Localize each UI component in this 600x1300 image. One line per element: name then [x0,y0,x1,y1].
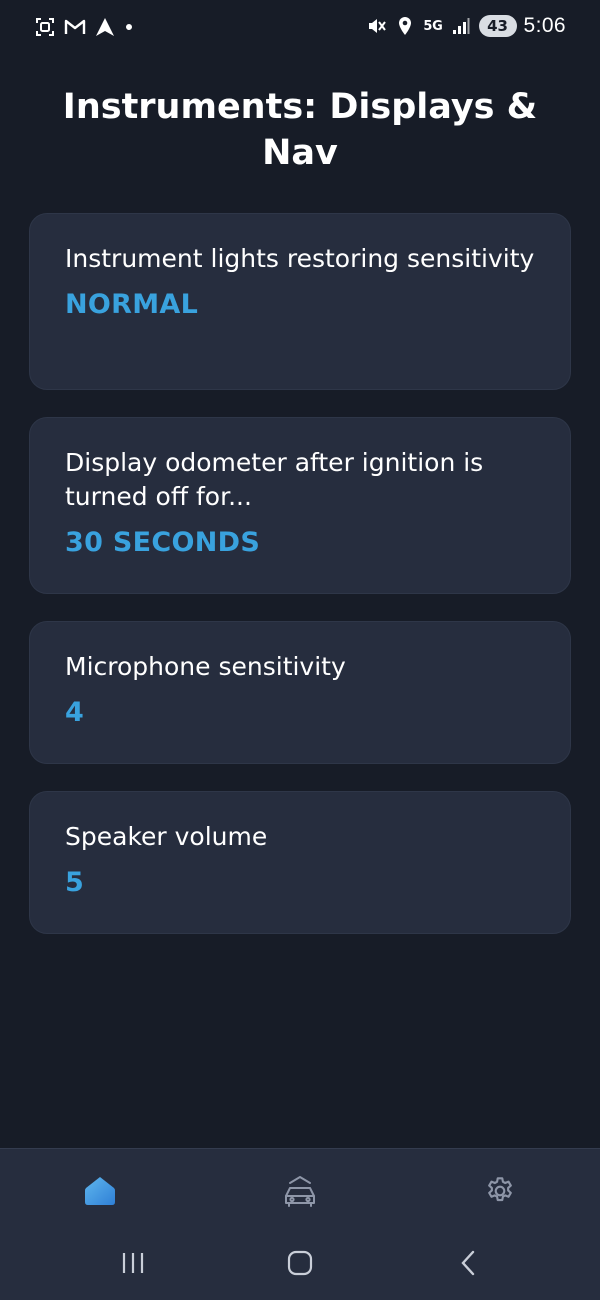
screenshot-icon [34,16,56,38]
status-left-icons [34,16,132,38]
home-circle-icon [287,1250,313,1280]
bottom-navigation [0,1148,600,1300]
setting-value: 30 SECONDS [65,527,261,558]
clock: 5:06 [523,14,566,37]
back-icon [458,1249,478,1281]
system-home-button[interactable] [278,1243,322,1287]
home-icon [83,1175,117,1211]
setting-card-microphone-sensitivity[interactable]: Microphone sensitivity 4 [29,621,571,764]
setting-card-odometer-display[interactable]: Display odometer after ignition is turne… [29,417,571,594]
battery-badge: 43 [478,15,517,37]
gmail-icon [64,16,86,38]
tab-home[interactable] [78,1171,122,1215]
setting-value: 4 [65,697,85,728]
back-button[interactable] [446,1243,490,1287]
setting-label: Speaker volume [65,822,268,851]
status-bar: 5G 43 5:06 [0,0,600,56]
navigation-app-icon [94,16,116,38]
status-right-icons: 5G 43 5:06 [365,14,566,38]
recents-icon [120,1251,146,1279]
mute-icon [365,15,387,37]
signal-icon [450,15,472,37]
car-icon [282,1174,318,1212]
setting-label: Microphone sensitivity [65,652,346,681]
tab-settings[interactable] [478,1171,522,1215]
setting-card-instrument-lights[interactable]: Instrument lights restoring sensitivity … [29,213,571,390]
page-title: Instruments: Displays & Nav [62,87,538,173]
setting-card-speaker-volume[interactable]: Speaker volume 5 [29,791,571,934]
location-icon [394,15,416,37]
setting-value: 5 [65,867,85,898]
notification-dot-icon [126,24,132,30]
setting-label: Instrument lights restoring sensitivity [65,244,535,273]
recents-button[interactable] [111,1243,155,1287]
setting-label: Display odometer after ignition is turne… [65,448,484,511]
tab-vehicle[interactable] [278,1171,322,1215]
gear-icon [484,1175,516,1211]
network-type: 5G [423,18,443,34]
setting-value: NORMAL [65,289,199,320]
